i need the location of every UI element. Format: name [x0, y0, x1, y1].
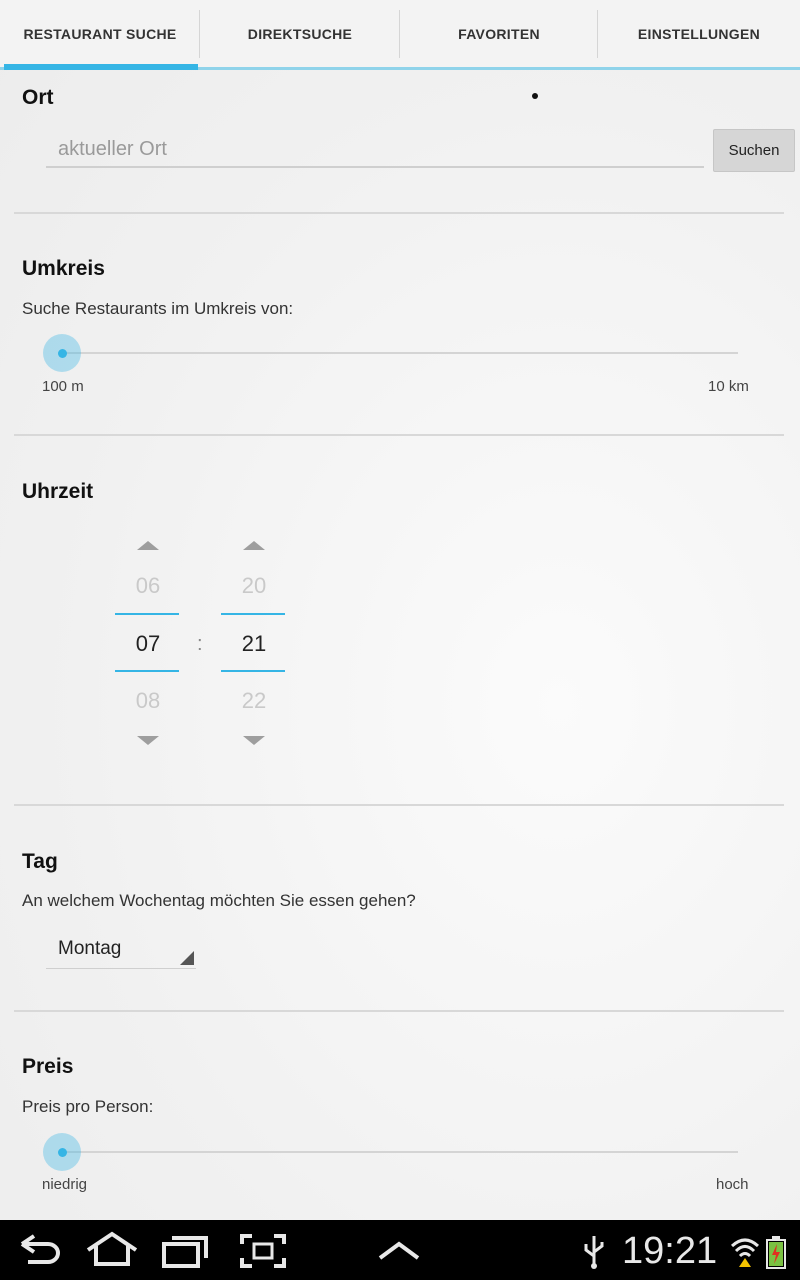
minute-increment-icon[interactable]: [243, 541, 265, 550]
hour-next[interactable]: 08: [115, 688, 181, 714]
weekday-selected: Montag: [58, 938, 122, 959]
screenshot-icon[interactable]: [238, 1232, 288, 1270]
chevron-up-icon[interactable]: [376, 1238, 422, 1264]
status-clock: 19:21: [622, 1230, 718, 1272]
tab-label: FAVORITEN: [458, 25, 540, 42]
umkreis-max-label: 10 km: [708, 378, 749, 395]
umkreis-slider-track[interactable]: [62, 352, 738, 354]
hour-selection-line: [115, 670, 179, 672]
spinner-triangle-icon: [180, 951, 194, 965]
weekday-spinner[interactable]: Montag: [46, 930, 196, 969]
back-icon[interactable]: [14, 1232, 62, 1270]
umkreis-min-label: 100 m: [42, 378, 84, 395]
wifi-warning-icon: [730, 1238, 760, 1267]
search-button[interactable]: Suchen: [713, 129, 795, 172]
slider-thumb-core: [57, 348, 67, 358]
tab-label: EINSTELLUNGEN: [637, 25, 761, 42]
minute-prev[interactable]: 20: [221, 573, 287, 599]
hour-current[interactable]: 07: [115, 631, 181, 657]
recent-apps-icon[interactable]: [160, 1232, 212, 1270]
umkreis-description: Suche Restaurants im Umkreis von:: [22, 299, 294, 318]
tab-bar: RESTAURANT SUCHE DIREKTSUCHE FAVORITEN E…: [0, 0, 800, 70]
hour-selection-line: [115, 613, 179, 615]
divider: [14, 804, 784, 806]
ort-input[interactable]: [46, 132, 704, 168]
minute-decrement-icon[interactable]: [243, 736, 265, 745]
minute-next[interactable]: 22: [221, 688, 287, 714]
tag-title: Tag: [22, 850, 58, 873]
slider-thumb-core: [57, 1147, 67, 1157]
preis-min-label: niedrig: [42, 1176, 88, 1193]
tab-direktsuche[interactable]: DIREKTSUCHE: [200, 0, 400, 67]
divider: [14, 212, 784, 214]
minute-current[interactable]: 21: [221, 631, 287, 657]
minute-selection-line: [221, 613, 285, 615]
minute-picker[interactable]: 20 21 22: [221, 538, 287, 748]
time-separator: :: [197, 633, 203, 655]
uhrzeit-title: Uhrzeit: [22, 480, 94, 503]
hour-picker[interactable]: 06 07 08: [115, 538, 181, 748]
tab-label: RESTAURANT SUCHE: [23, 25, 177, 42]
preis-slider-thumb[interactable]: [43, 1133, 81, 1171]
hour-prev[interactable]: 06: [115, 573, 181, 599]
tab-restaurant-suche[interactable]: RESTAURANT SUCHE: [0, 0, 200, 70]
preis-description: Preis pro Person:: [22, 1097, 154, 1116]
umkreis-slider-thumb[interactable]: [43, 334, 81, 372]
preis-slider-track[interactable]: [62, 1151, 738, 1153]
tab-label: DIREKTSUCHE: [247, 25, 353, 42]
umkreis-title: Umkreis: [22, 257, 105, 280]
tab-favoriten[interactable]: FAVORITEN: [400, 0, 598, 67]
hour-decrement-icon[interactable]: [137, 736, 159, 745]
usb-icon: [584, 1236, 604, 1269]
tag-description: An welchem Wochentag möchten Sie essen g…: [22, 891, 416, 910]
home-icon[interactable]: [84, 1230, 140, 1270]
battery-icon: [766, 1236, 786, 1269]
preis-title: Preis: [22, 1055, 74, 1078]
bullet-dot: [532, 93, 538, 99]
minute-selection-line: [221, 670, 285, 672]
preis-max-label: hoch: [716, 1176, 749, 1193]
ort-title: Ort: [22, 86, 54, 109]
divider: [14, 1010, 784, 1012]
divider: [14, 434, 784, 436]
hour-increment-icon[interactable]: [137, 541, 159, 550]
tab-einstellungen[interactable]: EINSTELLUNGEN: [598, 0, 800, 67]
